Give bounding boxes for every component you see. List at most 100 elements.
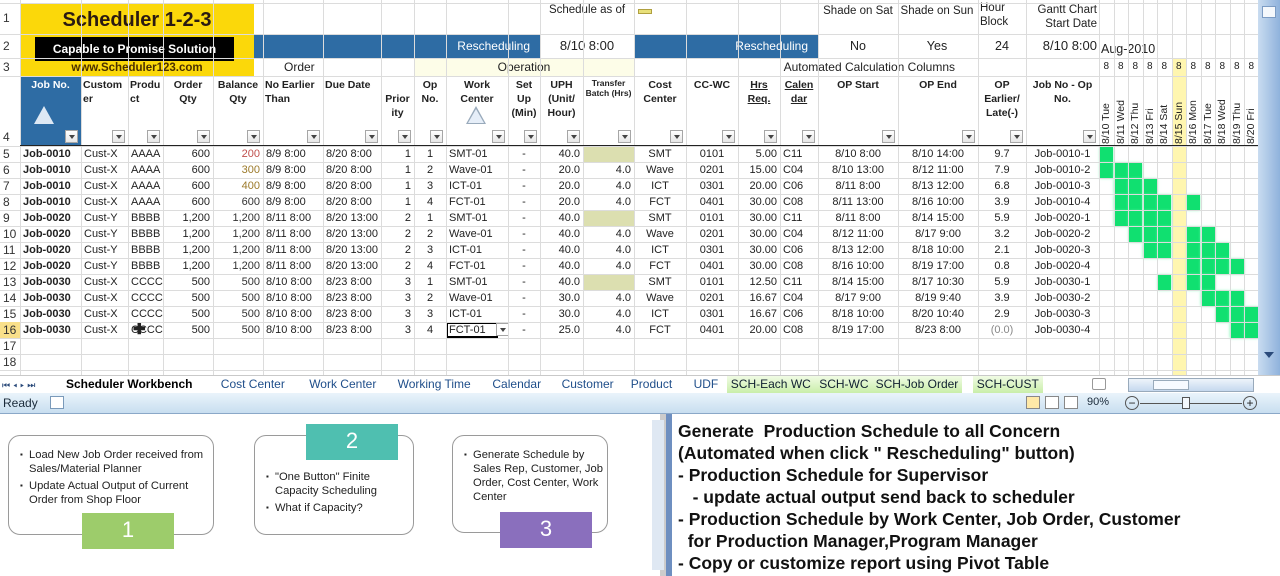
cell-wc[interactable]: FCT-01 [446,258,508,274]
cell-uph[interactable]: 30.0 [540,306,583,322]
cell-tb[interactable]: 4.0 [583,226,634,242]
cell-hrs[interactable]: 12.50 [738,274,780,290]
cell-setup[interactable]: - [508,226,540,242]
cell-uph[interactable]: 20.0 [540,194,583,210]
zoom-slider-thumb[interactable] [1181,397,1190,409]
cell-tb[interactable] [583,146,634,162]
cell-pri[interactable]: 2 [381,258,414,274]
cell-jobop[interactable]: Job-0020-2 [1026,226,1099,242]
hour-block-value[interactable]: 24 [978,34,1026,58]
row-number[interactable]: 8 [0,194,20,210]
cell-net[interactable]: 8/11 8:00 [263,258,323,274]
cell-jobop[interactable]: Job-0020-1 [1026,210,1099,226]
cell-setup[interactable]: - [508,274,540,290]
cell-cust[interactable]: Cust-X [81,162,128,178]
row-number[interactable]: 3 [0,58,20,76]
cell-wc[interactable]: SMT-01 [446,274,508,290]
cell-late[interactable]: (0.0) [978,322,1026,338]
zoom-level[interactable]: 90% [1087,396,1109,411]
row-number[interactable]: 5 [0,146,20,162]
cell-start[interactable]: 8/11 13:00 [818,194,898,210]
cell-ccwc[interactable]: 0401 [686,258,738,274]
cell-setup[interactable]: - [508,322,540,338]
cell-cust[interactable]: Cust-X [81,306,128,322]
cell-cal[interactable]: C08 [780,258,818,274]
cell-end[interactable]: 8/10 14:00 [898,146,978,162]
cell-uph[interactable]: 25.0 [540,322,583,338]
table-row[interactable]: Job-0020 Cust-Y BBBB 1,200 1,200 8/11 8:00 8/2… [0,258,1258,274]
cell-late[interactable]: 3.2 [978,226,1026,242]
cell-job[interactable]: Job-0020 [20,242,81,258]
cell-pri[interactable]: 2 [381,226,414,242]
cell-prod[interactable]: BBBB [128,226,163,242]
cell-op[interactable]: 4 [414,258,446,274]
cell-bqty[interactable]: 500 [213,290,263,306]
tab-navigation-arrows[interactable]: ⏮◂▸⏭ [2,378,58,392]
cell-bqty[interactable]: 600 [213,194,263,210]
table-row[interactable]: Job-0030 Cust-X CCCC 500 500 8/10 8:00 8/23 8:… [0,274,1258,290]
cell-late[interactable]: 7.9 [978,162,1026,178]
cell-end[interactable]: 8/23 8:00 [898,322,978,338]
cell-pri[interactable]: 3 [381,290,414,306]
sheet-tab[interactable]: SCH-CUST [972,376,1043,393]
filter-dropdown-icon[interactable] [147,130,160,143]
cell-ccwc[interactable]: 0101 [686,274,738,290]
cell-cust[interactable]: Cust-X [81,178,128,194]
cell-cc[interactable]: SMT [634,210,686,226]
cell-due[interactable]: 8/23 8:00 [323,290,381,306]
cell-hrs[interactable]: 30.00 [738,242,780,258]
cell-setup[interactable]: - [508,162,540,178]
cell-tb[interactable]: 4.0 [583,290,634,306]
cell-late[interactable]: 5.9 [978,274,1026,290]
filter-dropdown-icon[interactable] [802,130,815,143]
cell-cc[interactable]: SMT [634,146,686,162]
cell-jobop[interactable]: Job-0030-3 [1026,306,1099,322]
cell-end[interactable]: 8/13 12:00 [898,178,978,194]
cell-pri[interactable]: 3 [381,306,414,322]
cell-cc[interactable]: ICT [634,306,686,322]
cell-hrs[interactable]: 16.67 [738,306,780,322]
cell-prod[interactable]: CCCC [128,306,163,322]
cell-hrs[interactable]: 15.00 [738,162,780,178]
cell-prod[interactable]: CCCC [128,274,163,290]
cell-end[interactable]: 8/18 10:00 [898,242,978,258]
cell-late[interactable]: 5.9 [978,210,1026,226]
cell-ccwc[interactable]: 0201 [686,290,738,306]
filter-dropdown-icon[interactable] [112,130,125,143]
schedule-as-of-value[interactable]: 8/10 8:00 [540,34,634,58]
cell-bqty[interactable]: 300 [213,162,263,178]
cell-jobop[interactable]: Job-0030-2 [1026,290,1099,306]
cell-ccwc[interactable]: 0201 [686,162,738,178]
cell-due[interactable]: 8/20 13:00 [323,226,381,242]
cell-oqty[interactable]: 500 [163,306,213,322]
filter-dropdown-icon[interactable] [962,130,975,143]
cell-cal[interactable]: C08 [780,322,818,338]
table-row[interactable]: Job-0030 Cust-X CCCC 500 500 8/10 8:00 8/23 8:… [0,322,1258,338]
cell-job[interactable]: Job-0010 [20,194,81,210]
cell-net[interactable]: 8/10 8:00 [263,290,323,306]
cell-job[interactable]: Job-0020 [20,210,81,226]
cell-oqty[interactable]: 600 [163,194,213,210]
row-number[interactable]: 9 [0,210,20,226]
sheet-tab[interactable]: Work Center [305,376,380,393]
cell-prod[interactable]: BBBB [128,210,163,226]
cell-op[interactable]: 1 [414,274,446,290]
table-row[interactable]: Job-0010 Cust-X AAAA 600 300 8/9 8:00 8/20 8:0… [0,162,1258,178]
cell-cal[interactable]: C08 [780,194,818,210]
cell-wc[interactable]: SMT-01 [446,146,508,162]
cell-late[interactable]: 2.9 [978,306,1026,322]
sheet-tab[interactable]: Customer [558,376,618,393]
cell-uph[interactable]: 40.0 [540,226,583,242]
row-number[interactable]: 1 [0,3,20,34]
cell-net[interactable]: 8/9 8:00 [263,162,323,178]
cell-oqty[interactable]: 600 [163,178,213,194]
page-break-view-icon[interactable] [1064,396,1078,409]
table-row[interactable]: Job-0020 Cust-Y BBBB 1,200 1,200 8/11 8:00 8/2… [0,226,1258,242]
horizontal-scrollbar[interactable] [1128,378,1254,392]
cell-pri[interactable]: 2 [381,242,414,258]
cell-net[interactable]: 8/9 8:00 [263,146,323,162]
cell-wc[interactable]: Wave-01 [446,290,508,306]
filter-dropdown-icon[interactable] [307,130,320,143]
cell-tb[interactable] [583,210,634,226]
cell-net[interactable]: 8/11 8:00 [263,210,323,226]
